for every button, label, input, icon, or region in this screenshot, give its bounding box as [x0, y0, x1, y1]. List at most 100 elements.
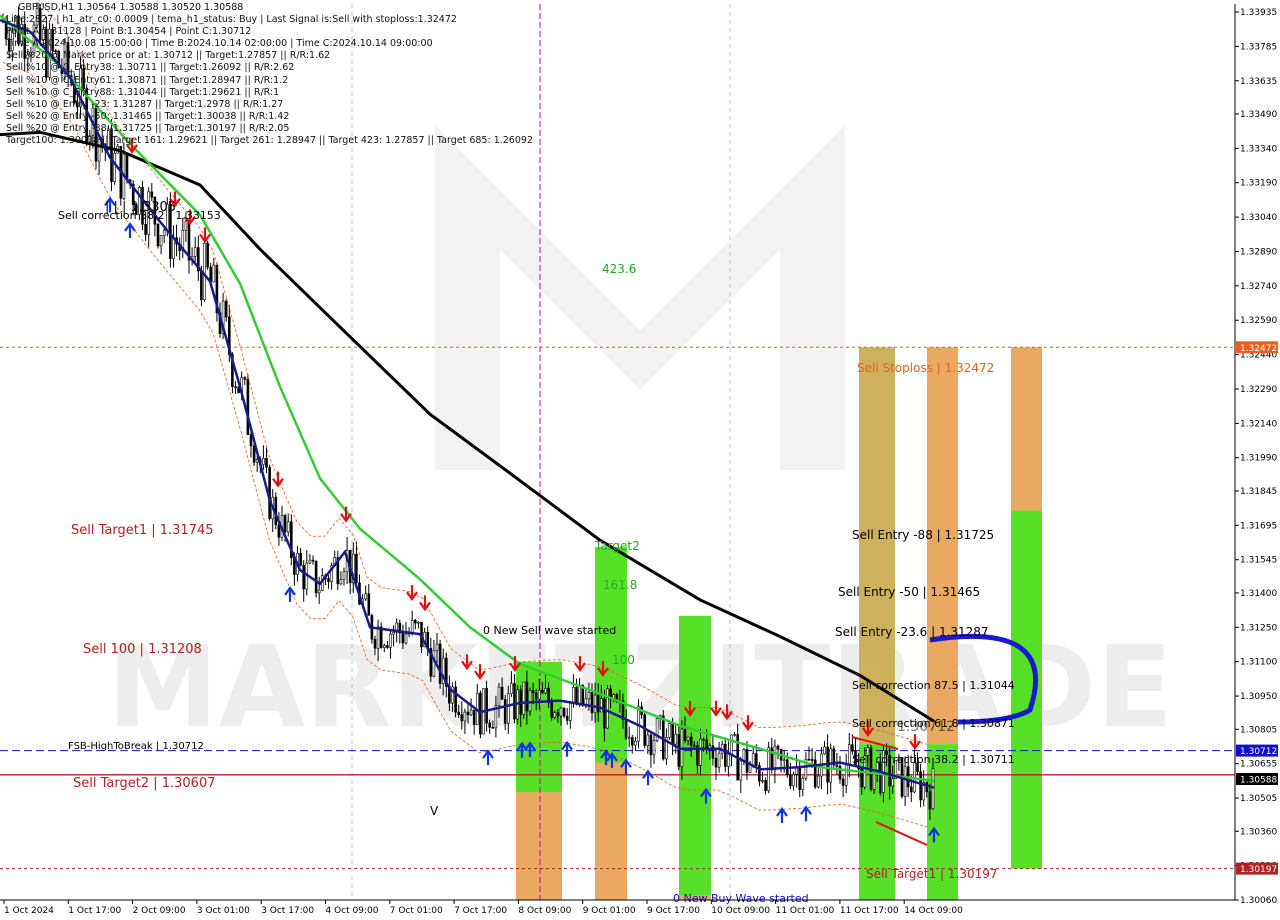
label-sell-entry-88: Sell Entry -88 | 1.31725 — [852, 528, 994, 542]
candle-body — [634, 740, 637, 746]
candle-body — [339, 579, 343, 585]
candle-body — [550, 702, 554, 718]
candle-body — [844, 764, 848, 786]
candle-body — [479, 692, 482, 735]
label-sell-corr-875: Sell correction 87.5 | 1.31044 — [852, 679, 1015, 692]
candle-body — [327, 578, 330, 582]
y-tick-label: 1.30505 — [1240, 794, 1277, 804]
label-v-mark: V — [430, 804, 439, 818]
candle-body — [556, 712, 560, 717]
watermark-logo — [435, 125, 845, 470]
price-tag-label: 1.30712 — [1240, 747, 1277, 757]
candle-body — [649, 734, 653, 756]
candle-body — [314, 560, 318, 594]
info-line: Sell %10 @ C_Entry61: 1.30871 || Target:… — [6, 74, 289, 86]
candle-body — [909, 786, 913, 793]
candle-body — [677, 733, 681, 767]
label-sell-target1-right: Sell Target1 | 1.30197 — [866, 867, 998, 881]
candle-body — [789, 774, 792, 787]
info-line: Sell %20 @ Entry -88: 1.31725 || Target:… — [6, 122, 290, 134]
y-tick-label: 1.32140 — [1240, 419, 1277, 429]
candle-body — [364, 593, 368, 600]
candle-body — [813, 759, 817, 788]
candle-body — [544, 687, 547, 694]
candle-body — [485, 688, 488, 724]
candle-body — [606, 688, 609, 729]
candle-body — [246, 379, 250, 435]
candle-body — [525, 681, 529, 712]
candle-body — [723, 743, 727, 767]
candle-body — [705, 739, 709, 749]
candle-body — [568, 701, 572, 721]
candle-body — [730, 734, 733, 755]
y-tick-label: 1.31250 — [1240, 623, 1277, 633]
y-tick-label: 1.31100 — [1240, 658, 1277, 668]
candle-body — [903, 766, 907, 797]
candle-body — [376, 626, 380, 649]
label-new-buy-wave: 0 New Buy Wave started — [673, 892, 809, 905]
y-tick-label: 1.30950 — [1240, 692, 1277, 702]
sell-signal-arrow — [272, 471, 284, 488]
info-line: Time A:2024.10.08 15:00:00 | Time B:2024… — [6, 38, 433, 50]
candle-body — [382, 645, 386, 648]
candle-body — [702, 738, 705, 741]
candle-body — [413, 619, 417, 624]
candle-body — [125, 153, 129, 181]
y-tick-label: 1.33935 — [1240, 8, 1277, 18]
candle-body — [262, 458, 265, 465]
info-panel: GBPUSD,H1 1.30564 1.30588 1.30520 1.3058… — [6, 2, 533, 147]
candle-body — [503, 699, 507, 724]
buy-signal-arrow — [482, 749, 494, 766]
y-tick-label: 1.30655 — [1240, 760, 1277, 770]
candle-body — [919, 771, 922, 801]
buy-signal-arrow — [124, 222, 136, 239]
y-tick-label: 1.30805 — [1240, 725, 1277, 735]
label-point-c: 1.30712 — [897, 719, 955, 735]
candle-body — [823, 746, 826, 755]
candle-body — [513, 683, 516, 720]
candle-body — [575, 687, 578, 704]
candle-body — [646, 734, 650, 747]
candle-body — [686, 736, 690, 741]
candle-body — [627, 737, 631, 739]
candle-body — [593, 694, 597, 714]
candle-body — [683, 728, 687, 741]
x-tick-label: 11 Oct 17:00 — [840, 906, 899, 916]
candle-body — [829, 748, 833, 783]
buy-signal-arrow — [800, 805, 812, 822]
candle-body — [671, 723, 674, 745]
y-tick-label: 1.30360 — [1240, 827, 1277, 837]
candle-body — [931, 768, 935, 810]
candle-body — [835, 764, 839, 767]
candle-body — [342, 571, 346, 580]
candle-body — [652, 740, 656, 756]
zone-2-band — [595, 762, 627, 900]
candle-body — [878, 761, 882, 793]
candle-body — [928, 791, 932, 810]
candle-body — [714, 757, 718, 768]
candle-body — [491, 727, 495, 729]
x-tick-label: 2 Oct 09:00 — [133, 906, 186, 916]
candle-body — [801, 777, 805, 790]
candle-body — [355, 553, 358, 584]
candle-body — [435, 643, 439, 651]
candle-body — [156, 223, 160, 247]
candle-body — [745, 749, 749, 773]
candle-body — [668, 723, 671, 738]
candle-body — [751, 753, 755, 766]
info-line: Sell %10 @ Entry -23: 1.31287 || Target:… — [6, 98, 284, 110]
candle-body — [562, 707, 566, 717]
candle-body — [624, 719, 628, 739]
candle-body — [200, 270, 203, 301]
x-tick-label: 9 Oct 17:00 — [647, 906, 700, 916]
x-tick-label: 4 Oct 09:00 — [326, 906, 379, 916]
candle-body — [733, 734, 736, 736]
candle-body — [559, 707, 563, 717]
y-tick-label: 1.32590 — [1240, 316, 1277, 326]
buy-signal-arrow — [284, 586, 296, 602]
candle-body — [113, 152, 116, 182]
candle-body — [603, 698, 606, 729]
candle-body — [727, 754, 730, 767]
candle-body — [193, 247, 197, 257]
x-tick-label: 9 Oct 01:00 — [583, 906, 636, 916]
